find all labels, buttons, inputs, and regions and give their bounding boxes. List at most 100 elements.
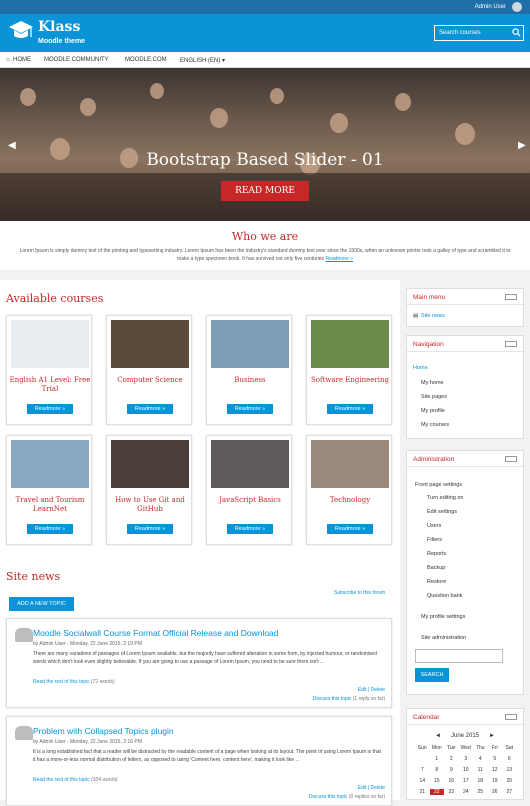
post-discuss-link[interactable]: Discuss this topic (1 reply so far) bbox=[313, 696, 385, 702]
admin-item-question-bank[interactable]: Question bank bbox=[427, 593, 462, 599]
main-nav: ⌂ HOME MOODLE COMMUNITY MOODLE.COM ENGLI… bbox=[0, 52, 530, 68]
course-image bbox=[211, 320, 289, 368]
course-title[interactable]: Travel and Tourism LearnNet bbox=[7, 496, 93, 514]
course-title[interactable]: English A1 Level: Free Trial bbox=[7, 376, 93, 394]
nav-moodle-community[interactable]: MOODLE COMMUNITY bbox=[44, 57, 109, 63]
calendar-week: 21 22 23 24 25 26 27 bbox=[419, 789, 513, 795]
course-image bbox=[111, 320, 189, 368]
course-card[interactable]: English A1 Level: Free Trial Readmore » bbox=[6, 315, 92, 425]
calendar-month: June 2015 bbox=[450, 733, 480, 739]
calendar-today[interactable]: 22 bbox=[429, 789, 444, 795]
course-title[interactable]: Computer Science bbox=[107, 376, 193, 385]
nav-item-my-profile[interactable]: My profile bbox=[421, 408, 445, 414]
top-bar: Admin User bbox=[0, 0, 530, 14]
post-read-more-link[interactable]: Read the rest of this topic (104 words) bbox=[33, 777, 118, 783]
admin-item-users[interactable]: Users bbox=[427, 523, 441, 529]
graduation-cap-icon[interactable] bbox=[8, 18, 34, 44]
course-card[interactable]: Technology Readmore » bbox=[306, 435, 392, 545]
post-title[interactable]: Moodle Socialwall Course Format Official… bbox=[33, 628, 279, 638]
calendar-next-icon[interactable]: ► bbox=[489, 733, 495, 739]
course-card[interactable]: Computer Science Readmore » bbox=[106, 315, 192, 425]
post-edit-delete-links[interactable]: Edit | Delete bbox=[358, 687, 385, 693]
main-menu-item-site-news[interactable]: Site news bbox=[421, 313, 445, 319]
course-image bbox=[311, 320, 389, 368]
course-readmore-button[interactable]: Readmore » bbox=[327, 524, 373, 534]
course-readmore-button[interactable]: Readmore » bbox=[327, 404, 373, 414]
course-image bbox=[11, 440, 89, 488]
avatar bbox=[15, 726, 33, 740]
admin-item-my-profile-settings[interactable]: My profile settings bbox=[421, 614, 465, 620]
block-title: Navigation bbox=[413, 341, 444, 348]
avatar bbox=[15, 628, 33, 642]
course-readmore-button[interactable]: Readmore » bbox=[227, 524, 273, 534]
calendar-week: 7 8 9 10 11 12 13 bbox=[420, 767, 513, 773]
post-body: There are many variations of passages of… bbox=[33, 651, 377, 665]
site-tagline: Moodle theme bbox=[38, 38, 86, 45]
admin-item-site-administration[interactable]: Site administration bbox=[421, 635, 466, 641]
course-image bbox=[311, 440, 389, 488]
navigation-block: Navigation Home My home Site pages My pr… bbox=[406, 335, 524, 439]
block-dock-icon[interactable] bbox=[505, 341, 517, 347]
course-image bbox=[111, 440, 189, 488]
calendar-prev-icon[interactable]: ◄ bbox=[435, 733, 441, 739]
block-title: Administration bbox=[413, 456, 455, 463]
course-readmore-button[interactable]: Readmore » bbox=[27, 404, 73, 414]
post-title[interactable]: Problem with Collapsed Topics plugin bbox=[33, 726, 174, 736]
course-title[interactable]: JavaScript Basics bbox=[207, 496, 293, 505]
avatar[interactable] bbox=[512, 2, 522, 12]
subscribe-forum-link[interactable]: Subscribe to this forum bbox=[334, 590, 385, 596]
who-we-are-readmore-link[interactable]: Readmore » bbox=[325, 256, 353, 262]
calendar-week: 123456 bbox=[435, 756, 511, 762]
post-meta: by Admin User - Monday, 22 June 2015, 2:… bbox=[33, 739, 142, 745]
administration-block: Administration Front page settings Turn … bbox=[406, 450, 524, 695]
course-card[interactable]: Travel and Tourism LearnNet Readmore » bbox=[6, 435, 92, 545]
admin-search-button[interactable]: SEARCH bbox=[415, 668, 449, 682]
nav-language[interactable]: ENGLISH (EN) ▾ bbox=[180, 57, 225, 64]
block-title: Main menu bbox=[413, 294, 446, 301]
admin-item-turn-editing-on[interactable]: Turn editing on bbox=[427, 495, 464, 501]
post-body: It is a long established fact that a rea… bbox=[33, 749, 381, 763]
course-title[interactable]: Software Engineering bbox=[307, 376, 393, 385]
admin-item-restore[interactable]: Restore bbox=[427, 579, 446, 585]
course-title[interactable]: How to Use Git and GitHub bbox=[107, 496, 193, 514]
course-title[interactable]: Business bbox=[207, 376, 293, 385]
block-title: Calendar bbox=[413, 714, 440, 721]
course-image bbox=[211, 440, 289, 488]
course-readmore-button[interactable]: Readmore » bbox=[127, 524, 173, 534]
course-title[interactable]: Technology bbox=[307, 496, 393, 505]
admin-item-edit-settings[interactable]: Edit settings bbox=[427, 509, 457, 515]
course-card[interactable]: Business Readmore » bbox=[206, 315, 292, 425]
search-icon[interactable] bbox=[512, 28, 521, 37]
admin-item-backup[interactable]: Backup bbox=[427, 565, 445, 571]
block-dock-icon[interactable] bbox=[505, 714, 517, 720]
block-dock-icon[interactable] bbox=[505, 456, 517, 462]
nav-moodle-com[interactable]: MOODLE.COM bbox=[125, 57, 167, 63]
nav-item-site-pages[interactable]: Site pages bbox=[421, 394, 447, 400]
nav-item-my-home[interactable]: My home bbox=[421, 380, 444, 386]
user-menu-label[interactable]: Admin User bbox=[475, 4, 506, 10]
course-card[interactable]: JavaScript Basics Readmore » bbox=[206, 435, 292, 545]
post-discuss-link[interactable]: Discuss this topic (0 replies so far) bbox=[309, 794, 385, 800]
site-brand[interactable]: Klass bbox=[38, 19, 80, 35]
nav-home[interactable]: HOME bbox=[13, 57, 31, 63]
nav-item-my-courses[interactable]: My courses bbox=[421, 422, 449, 428]
admin-item-front-page-settings[interactable]: Front page settings bbox=[415, 482, 462, 488]
course-card[interactable]: How to Use Git and GitHub Readmore » bbox=[106, 435, 192, 545]
home-icon[interactable]: ⌂ bbox=[6, 57, 10, 63]
nav-item-home[interactable]: Home bbox=[413, 365, 428, 371]
course-readmore-button[interactable]: Readmore » bbox=[227, 404, 273, 414]
slide-title: Bootstrap Based Slider - 01 bbox=[146, 150, 384, 170]
add-new-topic-button[interactable]: ADD A NEW TOPIC bbox=[9, 597, 74, 611]
post-read-more-link[interactable]: Read the rest of this topic (71 words) bbox=[33, 679, 115, 685]
course-readmore-button[interactable]: Readmore » bbox=[127, 404, 173, 414]
admin-item-reports[interactable]: Reports bbox=[427, 551, 446, 557]
course-readmore-button[interactable]: Readmore » bbox=[27, 524, 73, 534]
admin-item-filters[interactable]: Filters bbox=[427, 537, 442, 543]
post-meta: by Admin User - Monday, 22 June 2015, 2:… bbox=[33, 641, 142, 647]
course-search-input[interactable]: Search courses bbox=[434, 25, 524, 41]
course-card[interactable]: Software Engineering Readmore » bbox=[306, 315, 392, 425]
slider-read-more-button[interactable]: READ MORE bbox=[221, 181, 309, 201]
admin-search-input[interactable] bbox=[415, 649, 503, 663]
block-dock-icon[interactable] bbox=[505, 294, 517, 300]
post-edit-delete-links[interactable]: Edit | Delete bbox=[358, 785, 385, 791]
